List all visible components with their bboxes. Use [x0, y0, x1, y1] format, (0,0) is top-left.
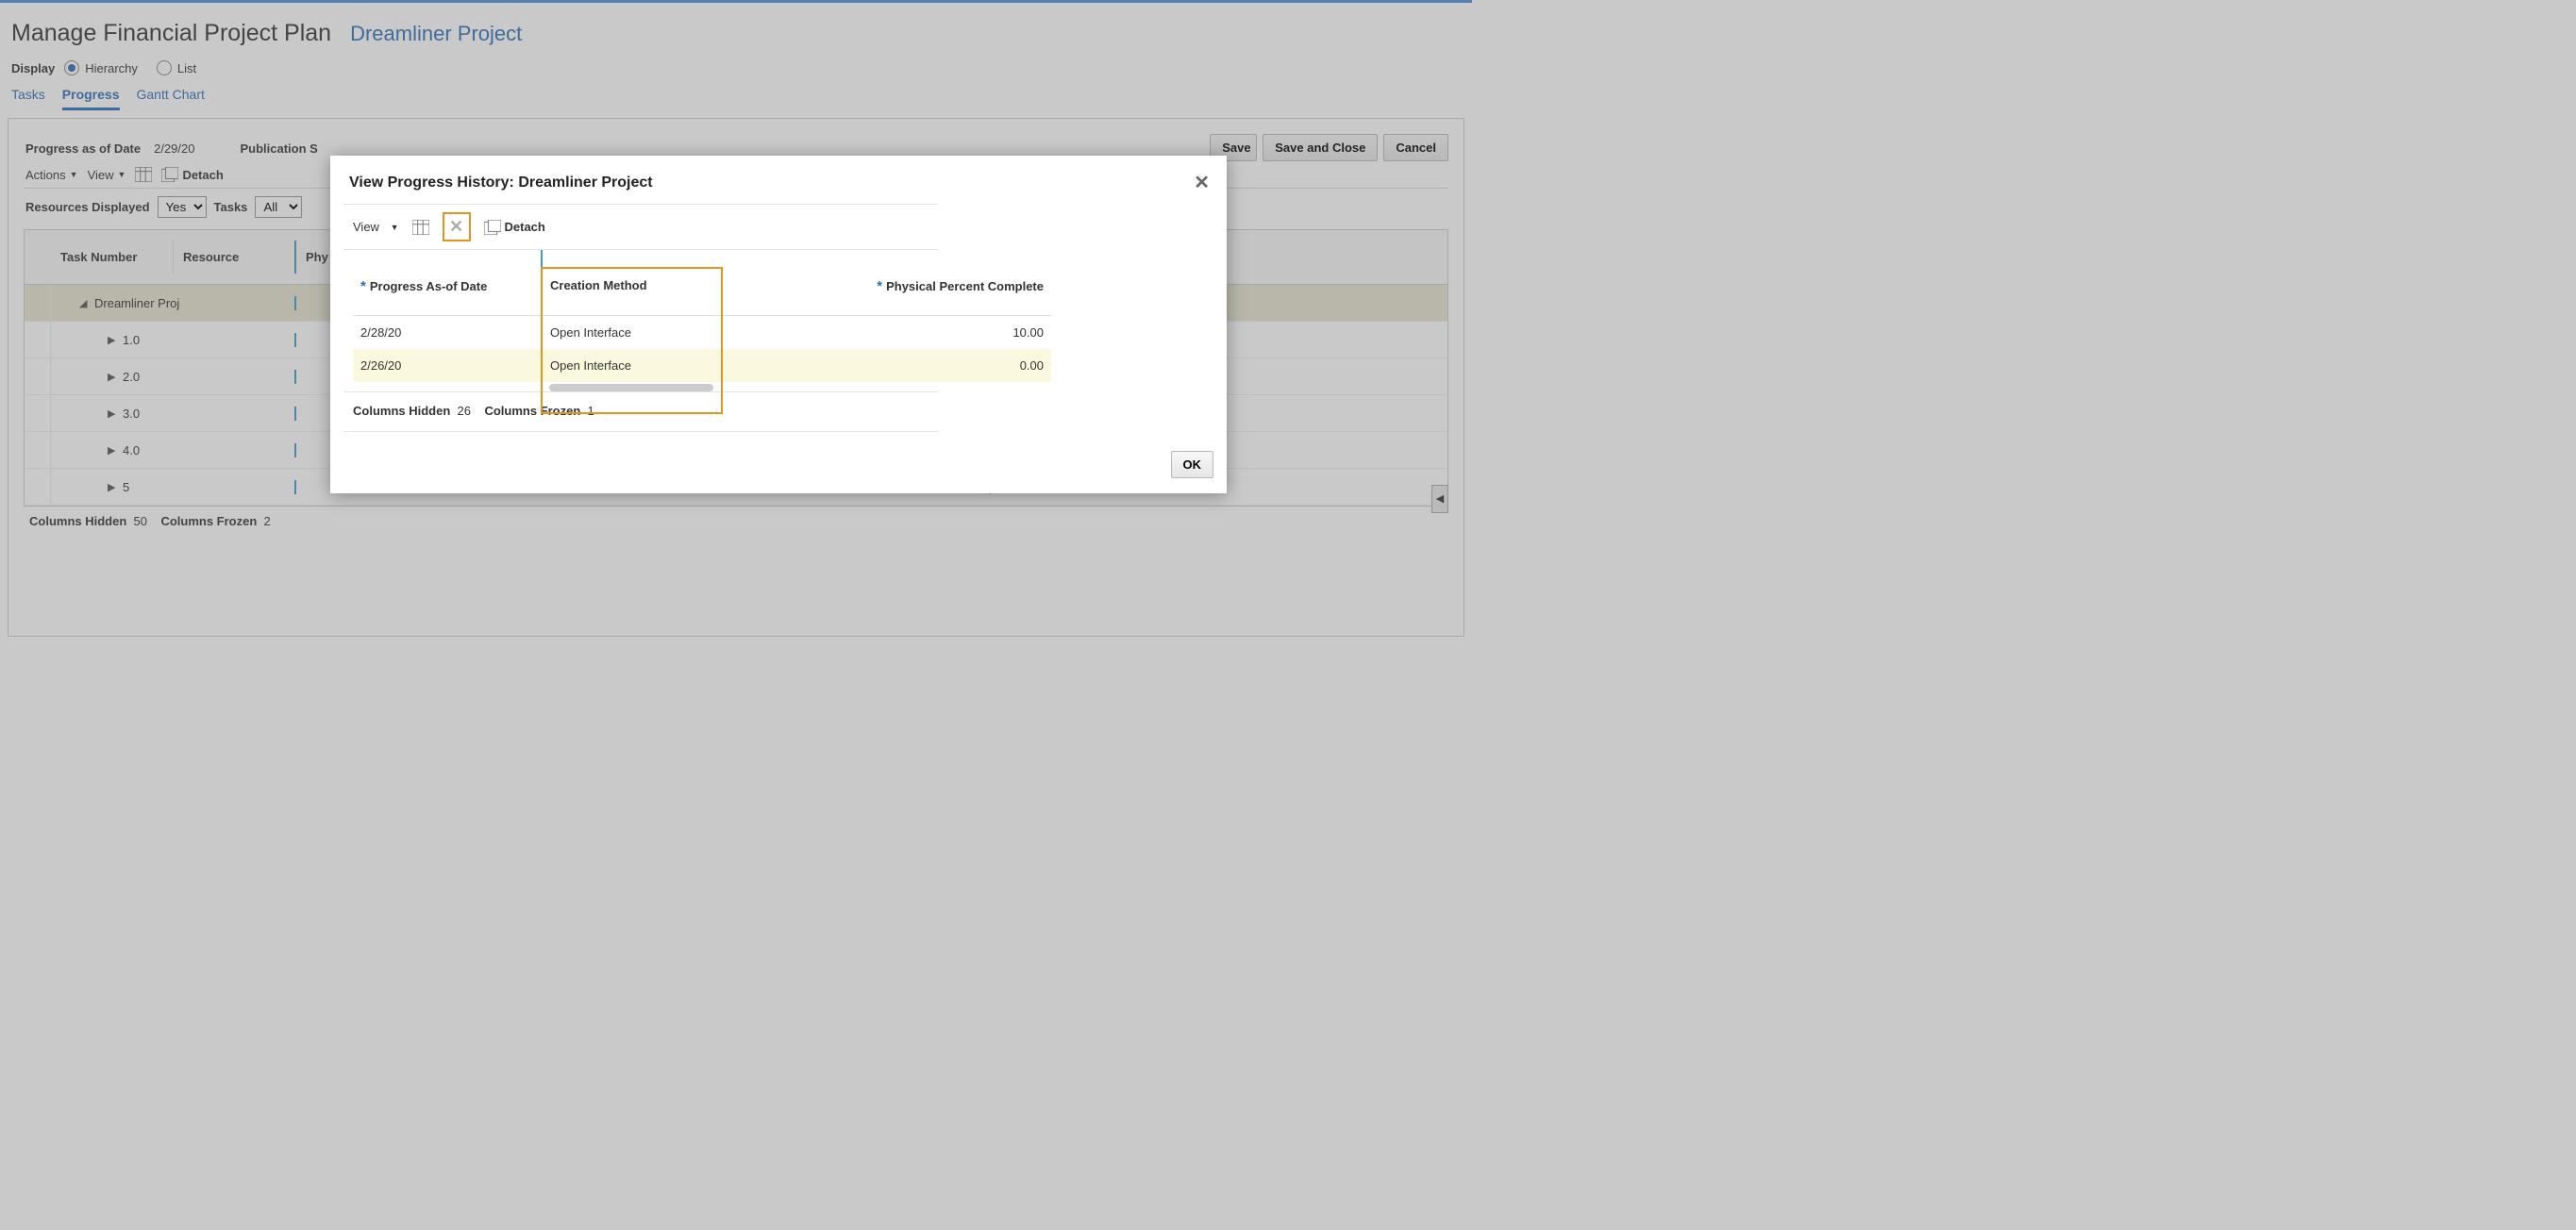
modal-col-progress-date[interactable]: *Progress As-of Date — [353, 250, 542, 316]
modal-col-creation-method[interactable]: Creation Method — [542, 250, 721, 316]
cell-creation-method: Open Interface — [542, 349, 721, 382]
modal-close-button[interactable]: ✕ — [1194, 171, 1210, 194]
modal-delete-highlight: ✕ — [443, 212, 471, 241]
progress-history-modal: View Progress History: Dreamliner Projec… — [330, 156, 1227, 493]
modal-cols-frozen-label: Columns Frozen — [484, 404, 580, 418]
cell-progress-date: 2/28/20 — [353, 316, 542, 350]
modal-col-physical-percent[interactable]: *Physical Percent Complete — [721, 250, 1051, 316]
modal-horizontal-scrollbar[interactable] — [549, 384, 713, 391]
modal-ok-button[interactable]: OK — [1171, 451, 1214, 478]
modal-columns-icon[interactable] — [412, 220, 429, 235]
cell-progress-date: 2/26/20 — [353, 349, 542, 382]
cell-creation-method: Open Interface — [542, 316, 721, 350]
cell-physical-percent: 10.00 — [721, 316, 1051, 350]
table-row[interactable]: 2/26/20Open Interface0.00 — [353, 349, 1051, 382]
cell-physical-percent: 0.00 — [721, 349, 1051, 382]
modal-view-menu[interactable]: View ▼ — [353, 220, 399, 234]
modal-detach-button[interactable]: Detach — [484, 220, 545, 235]
modal-cols-frozen-count: 1 — [588, 404, 594, 418]
modal-title: View Progress History: Dreamliner Projec… — [349, 175, 653, 191]
modal-cols-hidden-label: Columns Hidden — [353, 404, 450, 418]
table-row[interactable]: 2/28/20Open Interface10.00 — [353, 316, 1051, 350]
modal-cols-hidden-count: 26 — [458, 404, 471, 418]
modal-detach-label: Detach — [505, 220, 545, 234]
delete-icon[interactable]: ✕ — [447, 217, 466, 237]
